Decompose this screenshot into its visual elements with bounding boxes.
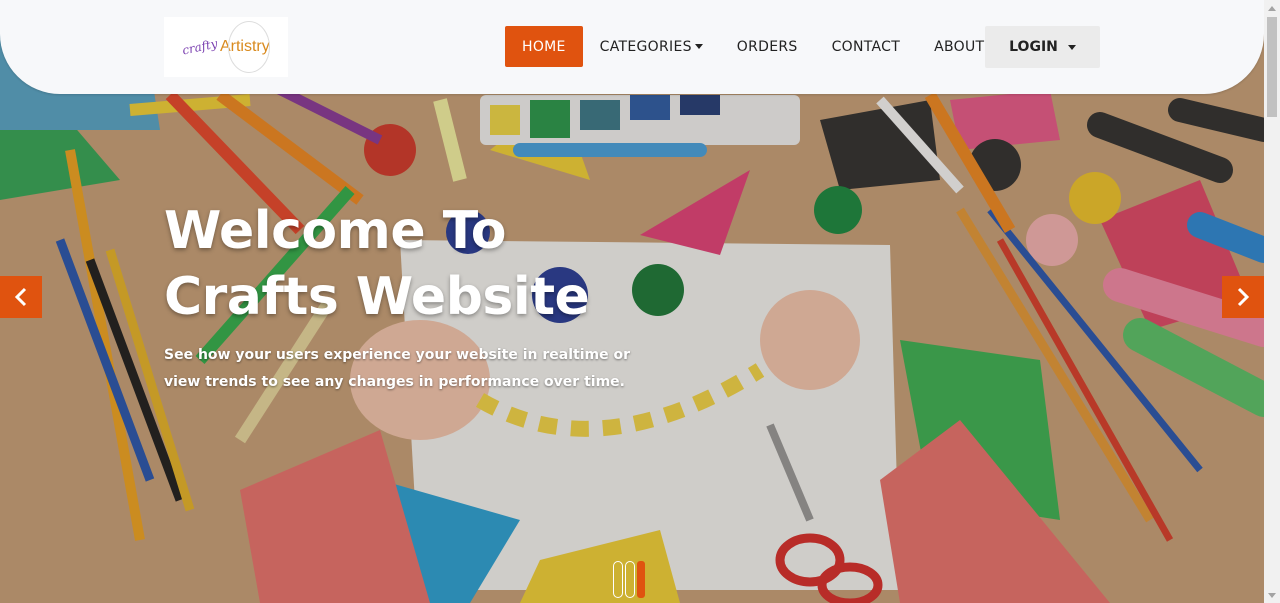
hero-title-line1: Welcome To	[164, 201, 507, 261]
main-nav: HOME CATEGORIES ORDERS CONTACT ABOUT	[505, 26, 1001, 67]
carousel-indicator-1[interactable]	[613, 561, 623, 598]
brand-logo[interactable]: crafty Artistry	[164, 17, 288, 77]
site-header: crafty Artistry HOME CATEGORIES ORDERS C…	[0, 0, 1264, 94]
scroll-thumb[interactable]	[1267, 17, 1277, 117]
hero-title-line2: Crafts Website	[164, 267, 590, 327]
nav-about-label: ABOUT	[934, 38, 985, 55]
login-label: LOGIN	[1009, 39, 1058, 55]
scroll-down-button[interactable]	[1264, 587, 1280, 603]
nav-orders-label: ORDERS	[736, 38, 798, 55]
caret-down-icon	[1067, 44, 1076, 50]
nav-home-label: HOME	[522, 38, 566, 55]
chevron-left-icon	[14, 287, 27, 307]
carousel-prev-button[interactable]	[0, 276, 42, 318]
hero-subtitle: See how your users experience your websi…	[164, 347, 630, 390]
login-button[interactable]: LOGIN	[985, 26, 1100, 68]
hero-title: Welcome To Crafts Website	[164, 198, 634, 330]
nav-categories[interactable]: CATEGORIES	[583, 26, 720, 67]
hero-caption: Welcome To Crafts Website See how your u…	[164, 198, 634, 396]
caret-down-icon	[694, 44, 703, 49]
nav-contact[interactable]: CONTACT	[815, 26, 918, 67]
carousel-indicators	[613, 561, 645, 598]
logo-swirl	[228, 21, 270, 73]
page-scrollbar[interactable]	[1264, 0, 1280, 603]
carousel-indicator-2[interactable]	[625, 561, 635, 598]
nav-contact-label: CONTACT	[831, 38, 901, 55]
chevron-right-icon	[1237, 287, 1250, 307]
nav-orders[interactable]: ORDERS	[720, 26, 815, 67]
nav-home[interactable]: HOME	[505, 26, 583, 67]
arrow-up-icon	[1268, 5, 1276, 11]
nav-categories-label: CATEGORIES	[599, 38, 692, 55]
logo-script-text: crafty	[181, 36, 220, 58]
arrow-down-icon	[1268, 592, 1276, 598]
scroll-up-button[interactable]	[1264, 0, 1280, 16]
carousel-next-button[interactable]	[1222, 276, 1264, 318]
carousel-indicator-3[interactable]	[637, 561, 645, 598]
